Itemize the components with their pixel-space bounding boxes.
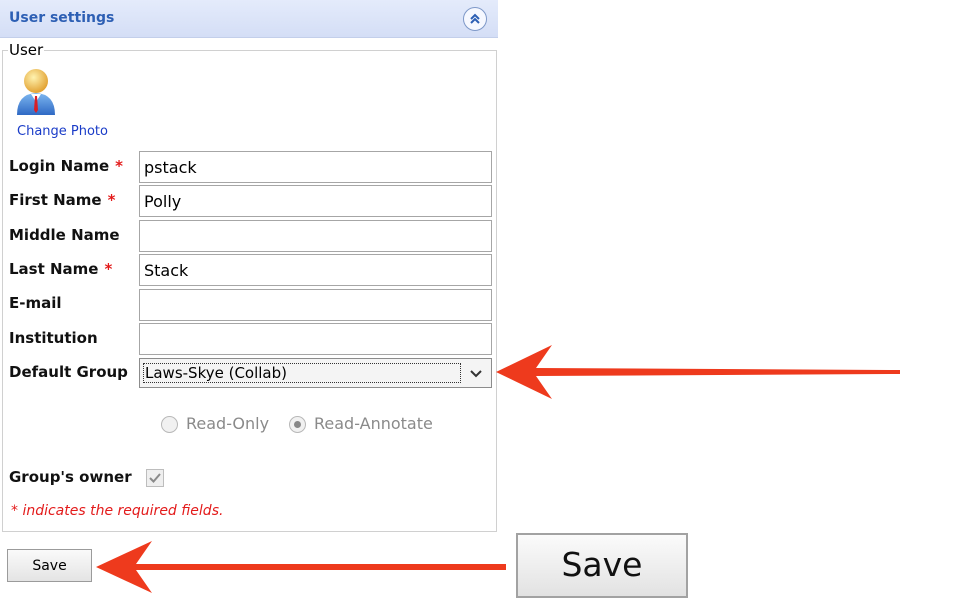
last-name-label-text: Last Name <box>9 260 99 278</box>
login-name-input[interactable] <box>139 151 492 183</box>
required-fields-note: * indicates the required fields. <box>11 503 224 519</box>
user-avatar-icon <box>17 69 55 115</box>
radio-read-annotate-circle[interactable] <box>289 416 306 433</box>
login-name-label-text: Login Name <box>9 157 110 175</box>
institution-input[interactable] <box>139 323 492 355</box>
default-group-select[interactable]: Laws-Skye (Collab) <box>139 358 492 388</box>
last-name-input[interactable] <box>139 254 492 286</box>
first-name-label-text: First Name <box>9 191 102 209</box>
save-button[interactable]: Save <box>7 549 92 582</box>
user-legend: User <box>8 41 45 59</box>
radio-read-only-circle[interactable] <box>161 416 178 433</box>
chevron-down-icon <box>470 370 482 378</box>
group-owner-label: Group's owner <box>9 468 132 486</box>
panel-header: User settings <box>0 0 498 38</box>
required-mark: * <box>104 260 113 278</box>
first-name-input[interactable] <box>139 185 492 217</box>
collapse-button[interactable] <box>463 7 487 31</box>
save-button-zoom-callout: Save <box>516 533 688 598</box>
login-name-label: Login Name * <box>9 157 123 175</box>
middle-name-input[interactable] <box>139 220 492 252</box>
radio-read-annotate-label: Read-Annotate <box>314 414 433 433</box>
panel-title: User settings <box>9 10 115 26</box>
arrow-to-default-group <box>496 345 900 399</box>
email-input[interactable] <box>139 289 492 321</box>
group-owner-checkbox[interactable] <box>146 469 164 487</box>
middle-name-label: Middle Name <box>9 226 120 244</box>
default-group-label: Default Group <box>9 363 128 381</box>
first-name-label: First Name * <box>9 191 115 209</box>
change-photo-link[interactable]: Change Photo <box>17 124 108 139</box>
double-chevron-up-icon <box>470 13 480 24</box>
default-group-value: Laws-Skye (Collab) <box>143 363 461 383</box>
last-name-label: Last Name * <box>9 260 112 278</box>
required-mark: * <box>115 157 123 175</box>
radio-read-only-label: Read-Only <box>186 414 270 433</box>
email-label: E-mail <box>9 294 62 312</box>
checkmark-icon <box>149 473 161 483</box>
required-mark: * <box>107 191 116 209</box>
arrow-to-save-button <box>96 541 506 593</box>
institution-label: Institution <box>9 329 98 347</box>
